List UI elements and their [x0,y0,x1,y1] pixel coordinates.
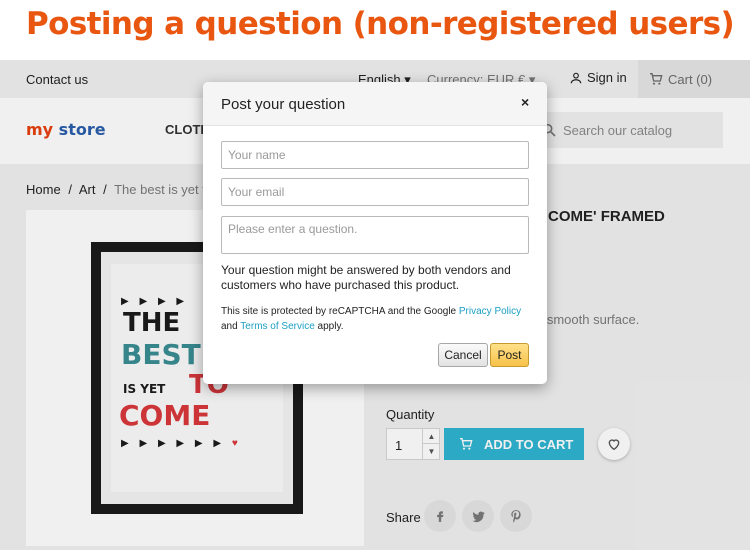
recaptcha-text-post: apply. [314,321,344,332]
terms-of-service-link[interactable]: Terms of Service [240,321,314,332]
name-field[interactable] [221,141,529,169]
question-field[interactable] [221,216,529,254]
email-field[interactable] [221,178,529,206]
recaptcha-notice: This site is protected by reCAPTCHA and … [221,304,537,334]
privacy-policy-link[interactable]: Privacy Policy [459,306,521,317]
recaptcha-text-pre: This site is protected by reCAPTCHA and … [221,306,459,317]
banner: Posting a question (non-registered users… [0,0,750,60]
cancel-button[interactable]: Cancel [438,343,488,367]
banner-title: Posting a question (non-registered users… [26,6,735,42]
modal-note: Your question might be answered by both … [221,263,511,292]
question-modal: Post your question × Your question might… [203,82,547,384]
close-icon[interactable]: × [521,94,529,110]
modal-header: Post your question × [203,82,547,126]
modal-title: Post your question [221,96,346,113]
post-button[interactable]: Post [490,343,529,367]
recaptcha-text-and: and [221,321,241,332]
